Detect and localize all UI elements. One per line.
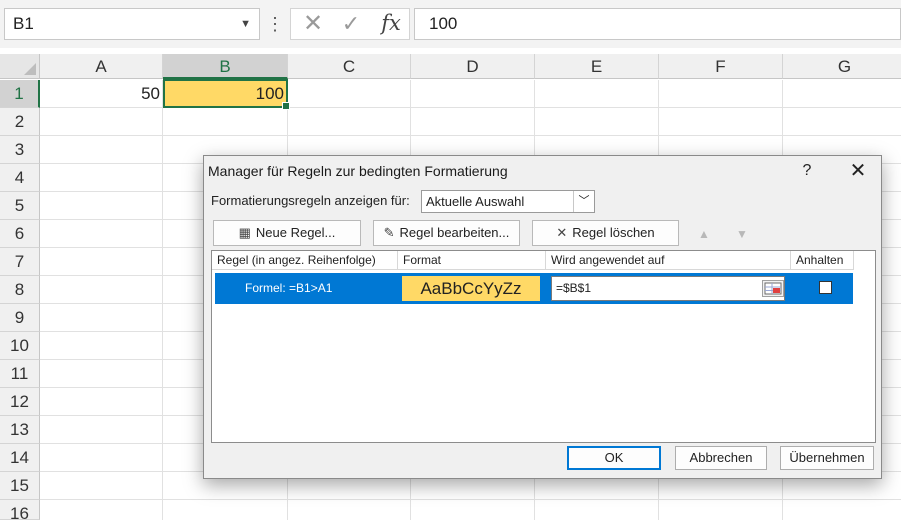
row-header-15[interactable]: 15 xyxy=(0,472,40,500)
move-down-icon[interactable]: ▼ xyxy=(727,221,757,247)
gridline xyxy=(162,80,163,520)
column-header-c[interactable]: C xyxy=(288,54,411,79)
dialog-title: Manager für Regeln zur bedingten Formati… xyxy=(208,163,508,179)
column-header-a[interactable]: A xyxy=(40,54,163,79)
cell-a1[interactable]: 50 xyxy=(40,80,163,107)
conditional-formatting-dialog: Manager für Regeln zur bedingten Formati… xyxy=(203,155,882,479)
format-preview: AaBbCcYyZz xyxy=(402,276,540,301)
column-header-stop: Anhalten xyxy=(791,251,854,270)
applies-to-value: =$B$1 xyxy=(556,281,592,295)
row-header-11[interactable]: 11 xyxy=(0,360,40,388)
cell-b1-value: 100 xyxy=(255,84,284,103)
show-rules-label: Formatierungsregeln anzeigen für: xyxy=(211,193,410,208)
row-header-4[interactable]: 4 xyxy=(0,164,40,192)
row-header-6[interactable]: 6 xyxy=(0,220,40,248)
ok-button[interactable]: OK xyxy=(567,446,661,470)
delete-rule-button[interactable]: ✕ Regel löschen xyxy=(532,220,679,246)
row-header-13[interactable]: 13 xyxy=(0,416,40,444)
stop-if-true-checkbox[interactable] xyxy=(819,281,832,294)
row-header-12[interactable]: 12 xyxy=(0,388,40,416)
row-header-16[interactable]: 16 xyxy=(0,500,40,523)
range-grid-svg xyxy=(764,282,782,295)
rule-row[interactable]: Formel: =B1>A1 AaBbCcYyZz =$B$1 xyxy=(215,273,853,304)
gridline xyxy=(40,499,901,500)
rules-list: Regel (in angez. Reihenfolge) Format Wir… xyxy=(211,250,876,443)
row-header-8[interactable]: 8 xyxy=(0,276,40,304)
row-header-1[interactable]: 1 xyxy=(0,80,40,108)
cell-b1[interactable]: 100 xyxy=(163,79,290,110)
column-header-g[interactable]: G xyxy=(783,54,901,79)
column-header-d[interactable]: D xyxy=(411,54,535,79)
apply-button[interactable]: Übernehmen xyxy=(780,446,874,470)
new-rule-button[interactable]: ▦ Neue Regel... xyxy=(213,220,361,246)
name-box[interactable]: B1 ▼ xyxy=(4,8,260,40)
close-icon[interactable]: ✕ xyxy=(845,159,871,183)
column-header-e[interactable]: E xyxy=(535,54,659,79)
range-select-icon[interactable] xyxy=(762,280,784,297)
fill-handle[interactable] xyxy=(282,102,290,110)
cancel-icon[interactable]: ✕ xyxy=(300,10,326,38)
column-header-format: Format xyxy=(398,251,546,270)
gridline xyxy=(40,135,901,136)
column-header-applies-to: Wird angewendet auf xyxy=(546,251,791,270)
new-rule-icon: ▦ xyxy=(238,225,251,240)
show-rules-select[interactable]: Aktuelle Auswahl ﹀ xyxy=(421,190,595,213)
applies-to-input[interactable]: =$B$1 xyxy=(551,276,785,301)
row-header-9[interactable]: 9 xyxy=(0,304,40,332)
row-header-14[interactable]: 14 xyxy=(0,444,40,472)
help-button[interactable]: ? xyxy=(795,159,819,183)
vertical-dots-icon[interactable]: ⋮ xyxy=(266,10,284,38)
column-header-f[interactable]: F xyxy=(659,54,783,79)
name-box-value: B1 xyxy=(13,14,34,33)
delete-x-icon: ✕ xyxy=(556,225,568,240)
row-header-10[interactable]: 10 xyxy=(0,332,40,360)
chevron-down-icon[interactable]: ▼ xyxy=(240,9,251,39)
row-header-3[interactable]: 3 xyxy=(0,136,40,164)
edit-rule-icon: ✎ xyxy=(383,225,395,240)
insert-function-button[interactable]: fx xyxy=(376,8,406,38)
row-header-2[interactable]: 2 xyxy=(0,108,40,136)
formula-input[interactable]: 100 xyxy=(414,8,901,40)
move-up-icon[interactable]: ▲ xyxy=(689,221,719,247)
select-all-corner[interactable] xyxy=(0,54,40,79)
row-header-7[interactable]: 7 xyxy=(0,248,40,276)
show-rules-value: Aktuelle Auswahl xyxy=(426,194,525,209)
cancel-button[interactable]: Abbrechen xyxy=(675,446,767,470)
rule-description: Formel: =B1>A1 xyxy=(245,281,333,295)
row-header-5[interactable]: 5 xyxy=(0,192,40,220)
edit-rule-button[interactable]: ✎ Regel bearbeiten... xyxy=(373,220,520,246)
check-icon[interactable]: ✓ xyxy=(338,10,364,38)
column-header-rule: Regel (in angez. Reihenfolge) xyxy=(212,251,398,270)
chevron-down-icon[interactable]: ﹀ xyxy=(573,191,594,212)
column-header-b[interactable]: B xyxy=(163,54,288,79)
